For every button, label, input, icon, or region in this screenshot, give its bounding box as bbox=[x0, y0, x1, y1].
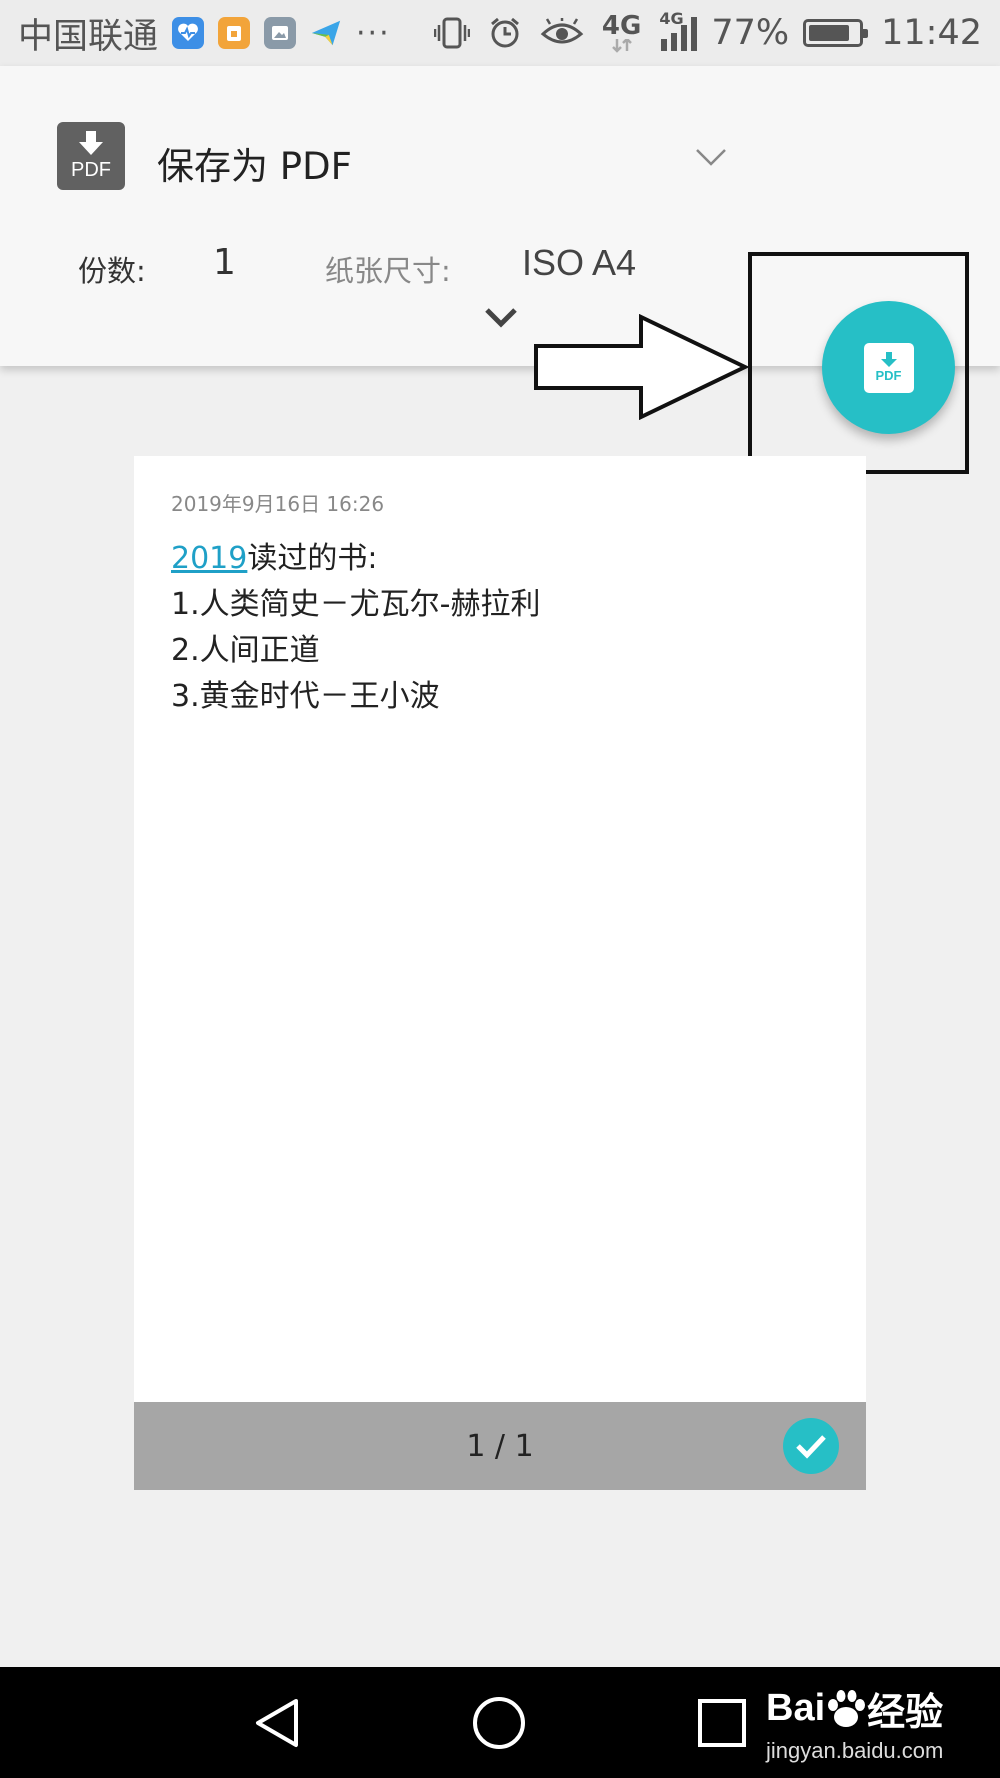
paper-size-label: 纸张尺寸: bbox=[325, 254, 451, 288]
baidu-watermark: Bai 经验 jingyan.baidu.com bbox=[766, 1687, 944, 1763]
pdf-download-icon: PDF bbox=[863, 342, 914, 393]
annotation-arrow-icon bbox=[534, 314, 748, 420]
expand-options-icon[interactable] bbox=[481, 302, 521, 332]
more-notifications: ··· bbox=[356, 15, 391, 51]
copies-input[interactable]: 1 bbox=[213, 242, 236, 283]
note-content: 2019读过的书: 1.人类简史－尤瓦尔-赫拉利 2.人间正道 3.黄金时代－王… bbox=[171, 536, 540, 720]
page-counter: 1 / 1 bbox=[466, 1428, 534, 1464]
gallery-icon bbox=[264, 17, 297, 49]
note-line: 2.人间正道 bbox=[171, 633, 320, 668]
note-line: 1.人类简史－尤瓦尔-赫拉利 bbox=[171, 587, 541, 622]
pdf-download-icon: PDF bbox=[57, 122, 125, 190]
eye-icon bbox=[540, 18, 584, 48]
paper-size-select[interactable]: ISO A4 bbox=[522, 242, 636, 284]
paper-plane-icon bbox=[310, 17, 342, 49]
page-selected-check-icon[interactable] bbox=[783, 1418, 839, 1474]
home-icon[interactable] bbox=[471, 1695, 527, 1751]
chevron-down-icon[interactable] bbox=[693, 142, 729, 172]
note-date: 2019年9月16日 16:26 bbox=[171, 492, 385, 516]
status-bar: 中国联通 ··· 4G 4G 77% 11:42 bbox=[0, 0, 1000, 66]
paw-icon bbox=[828, 1689, 866, 1727]
carrier-name: 中国联通 bbox=[18, 16, 159, 57]
battery-percent: 77% bbox=[711, 13, 790, 53]
printer-selector[interactable]: 保存为 PDF bbox=[157, 136, 352, 190]
note-line: 2019读过的书: bbox=[171, 541, 378, 576]
print-preview-page[interactable]: 2019年9月16日 16:26 2019读过的书: 1.人类简史－尤瓦尔-赫拉… bbox=[134, 456, 866, 1490]
back-icon[interactable] bbox=[250, 1695, 306, 1751]
network-type: 4G bbox=[602, 13, 641, 53]
clock: 11:42 bbox=[881, 13, 982, 53]
vibrate-icon bbox=[433, 16, 470, 50]
note-line: 3.黄金时代－王小波 bbox=[171, 679, 440, 714]
year-link[interactable]: 2019 bbox=[171, 541, 247, 576]
recent-apps-icon[interactable] bbox=[694, 1695, 750, 1751]
save-pdf-button[interactable]: PDF bbox=[822, 301, 955, 434]
page-footer: 1 / 1 bbox=[134, 1402, 866, 1490]
health-icon bbox=[172, 17, 205, 49]
copies-label: 份数: bbox=[78, 254, 146, 288]
alarm-icon bbox=[488, 16, 522, 50]
signal-icon: 4G bbox=[659, 9, 699, 51]
battery-icon bbox=[803, 19, 869, 47]
navigation-bar: Bai 经验 jingyan.baidu.com bbox=[0, 1667, 1000, 1778]
wallet-icon bbox=[218, 17, 251, 49]
